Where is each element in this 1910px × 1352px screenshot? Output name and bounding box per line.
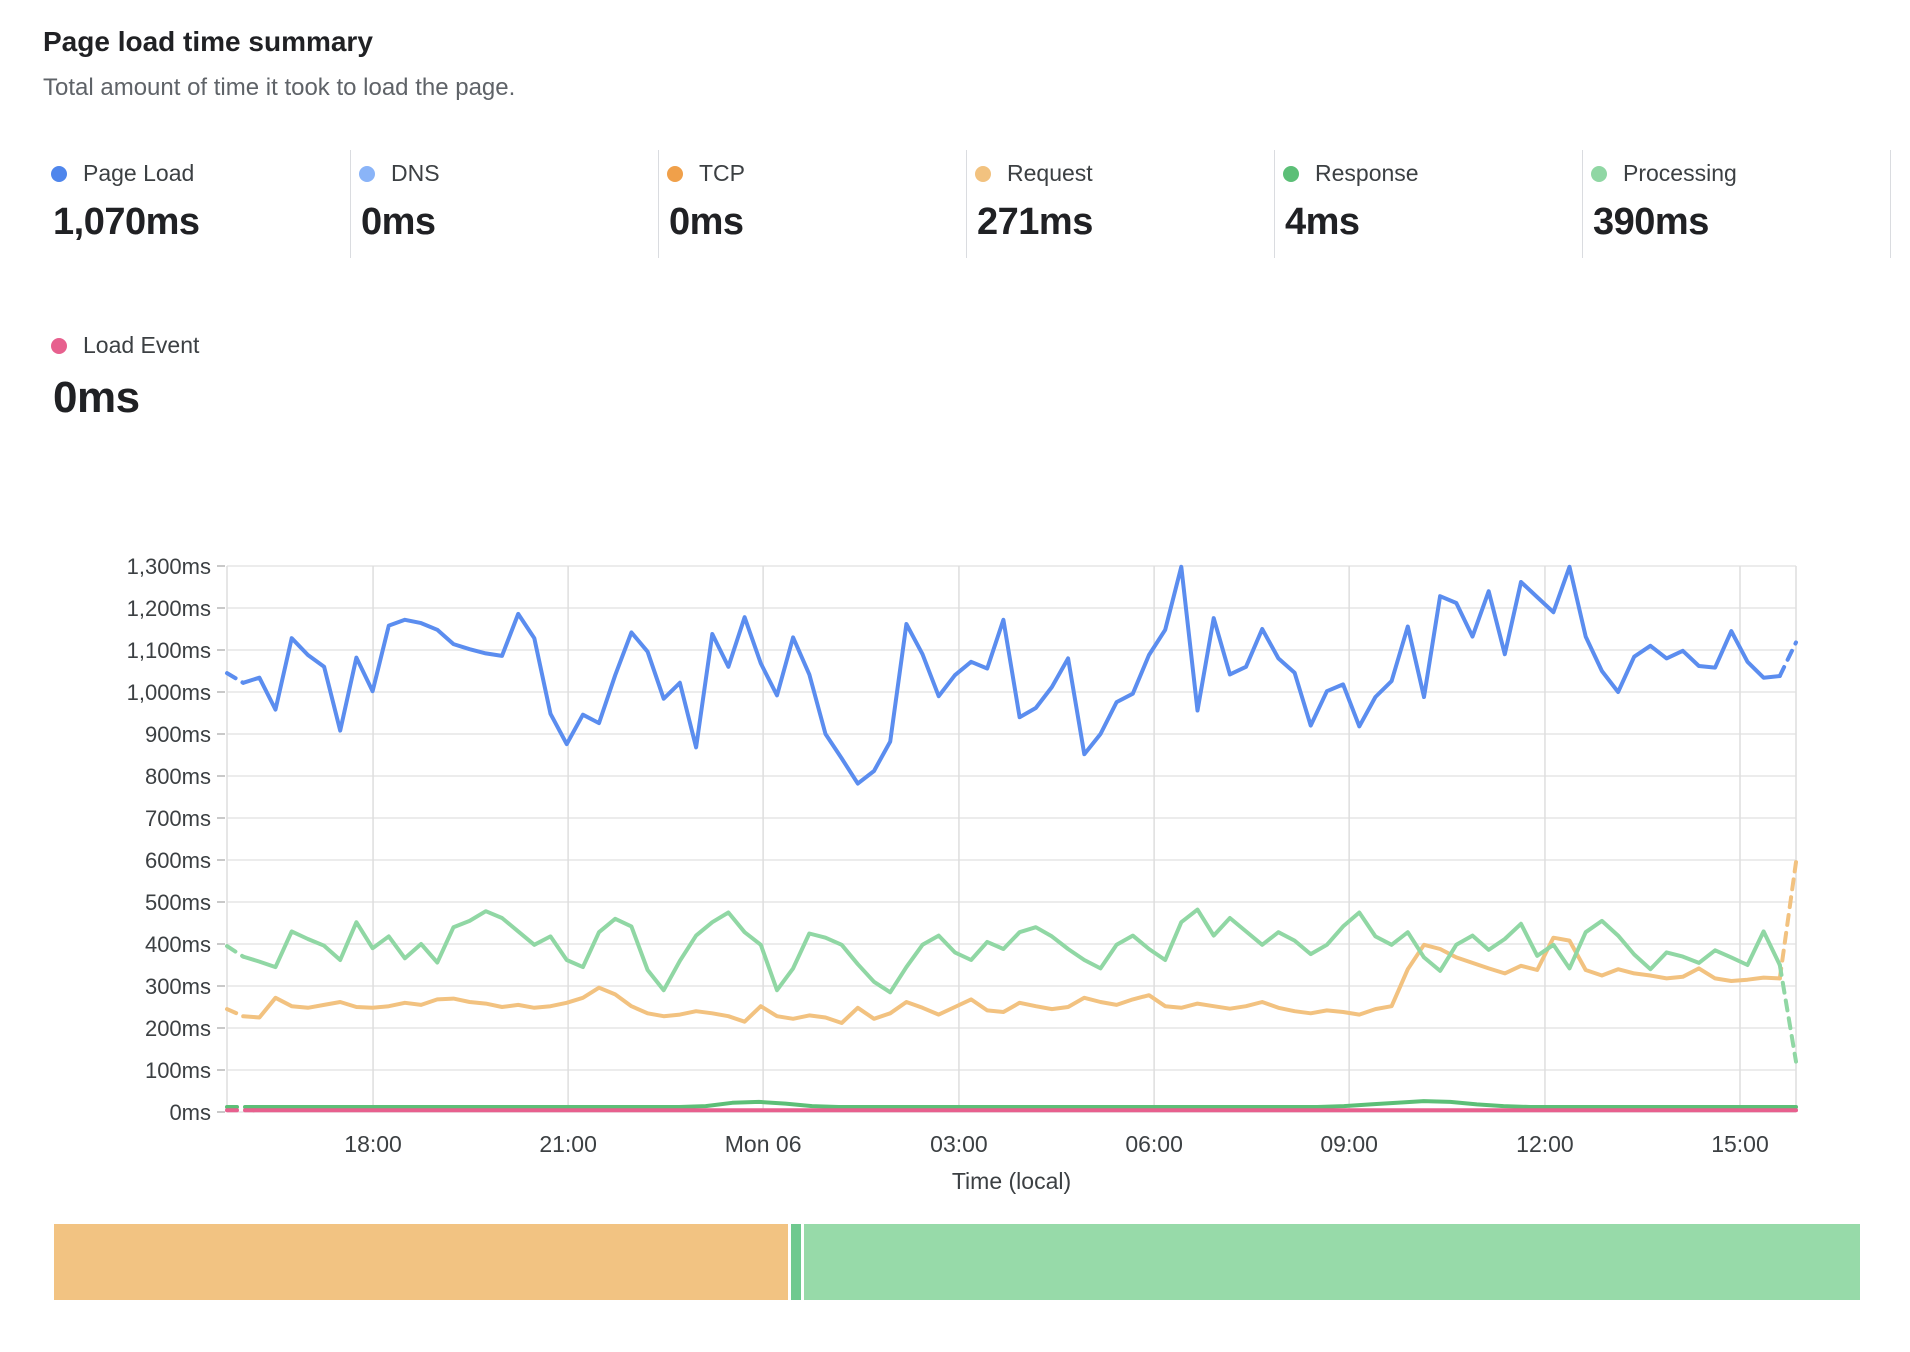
x-tick-label: 03:00	[930, 1131, 988, 1157]
series-line-response	[254, 1101, 1796, 1107]
y-tick-label: 800ms	[145, 764, 211, 789]
metric-card-dns[interactable]: DNS 0ms	[351, 150, 659, 258]
metric-card-response[interactable]: Response 4ms	[1275, 150, 1583, 258]
series-line-request-lead-dash	[227, 1009, 243, 1016]
metric-card-tcp[interactable]: TCP 0ms	[659, 150, 967, 258]
breakdown-bar	[54, 1224, 1860, 1300]
metric-value: 1,070ms	[53, 201, 350, 244]
metric-value: 0ms	[53, 373, 351, 423]
metric-card-page-load[interactable]: Page Load 1,070ms	[43, 150, 351, 258]
metric-value: 4ms	[1285, 201, 1582, 244]
y-tick-label: 200ms	[145, 1016, 211, 1041]
page-load-summary-panel: Page load time summary Total amount of t…	[0, 0, 1910, 1352]
bar-segment-processing	[804, 1224, 1860, 1300]
x-tick-label: 21:00	[539, 1131, 597, 1157]
page-subtitle: Total amount of time it took to load the…	[43, 74, 515, 102]
y-tick-label: 1,200ms	[127, 596, 211, 621]
metric-label: TCP	[699, 160, 745, 187]
y-tick-label: 1,100ms	[127, 638, 211, 663]
x-axis-title: Time (local)	[952, 1168, 1071, 1194]
metric-label: DNS	[391, 160, 440, 187]
page-load-legend-dot	[51, 166, 67, 182]
metric-value: 271ms	[977, 201, 1274, 244]
y-tick-label: 500ms	[145, 890, 211, 915]
y-tick-label: 0ms	[169, 1100, 211, 1125]
series-line-page-load-tail-dash	[1780, 642, 1796, 676]
metric-label: Page Load	[83, 160, 194, 187]
metric-label: Load Event	[83, 332, 199, 359]
series-line-request-tail-dash	[1780, 862, 1796, 978]
metric-label: Response	[1315, 160, 1419, 187]
x-tick-label: 15:00	[1711, 1131, 1769, 1157]
y-tick-label: 600ms	[145, 848, 211, 873]
metric-value: 0ms	[361, 201, 658, 244]
series-line-processing	[243, 910, 1780, 993]
page-title: Page load time summary	[43, 26, 373, 58]
metric-value: 390ms	[1593, 201, 1890, 244]
x-tick-label: 12:00	[1516, 1131, 1574, 1157]
y-tick-label: 1,000ms	[127, 680, 211, 705]
dns-legend-dot	[359, 166, 375, 182]
response-legend-dot	[1283, 166, 1299, 182]
metric-label: Request	[1007, 160, 1093, 187]
x-tick-label: 06:00	[1125, 1131, 1183, 1157]
series-line-processing-lead-dash	[227, 946, 243, 957]
series-line-processing-tail-dash	[1780, 965, 1796, 1062]
request-legend-dot	[975, 166, 991, 182]
y-tick-label: 100ms	[145, 1058, 211, 1083]
series-line-page-load	[243, 567, 1780, 784]
x-tick-label: Mon 06	[725, 1131, 802, 1157]
metric-card-request[interactable]: Request 271ms	[967, 150, 1275, 258]
y-tick-label: 300ms	[145, 974, 211, 999]
y-tick-label: 700ms	[145, 806, 211, 831]
y-tick-label: 1,300ms	[127, 554, 211, 579]
metric-label: Processing	[1623, 160, 1737, 187]
x-tick-label: 18:00	[344, 1131, 402, 1157]
bar-segment-request	[54, 1224, 788, 1300]
tcp-legend-dot	[667, 166, 683, 182]
y-tick-label: 400ms	[145, 932, 211, 957]
series-line-page-load-lead-dash	[227, 673, 243, 683]
y-tick-label: 900ms	[145, 722, 211, 747]
series-line-request	[243, 938, 1780, 1023]
bar-segment-response	[791, 1224, 802, 1300]
metric-card-processing[interactable]: Processing 390ms	[1583, 150, 1891, 258]
metrics-row-2: Load Event 0ms	[43, 322, 351, 437]
load-event-legend-dot	[51, 338, 67, 354]
processing-legend-dot	[1591, 166, 1607, 182]
metrics-row: Page Load 1,070ms DNS 0ms TCP 0ms Reques…	[43, 150, 1891, 258]
x-tick-label: 09:00	[1320, 1131, 1378, 1157]
metric-value: 0ms	[669, 201, 966, 244]
metric-card-load-event[interactable]: Load Event 0ms	[43, 322, 351, 437]
